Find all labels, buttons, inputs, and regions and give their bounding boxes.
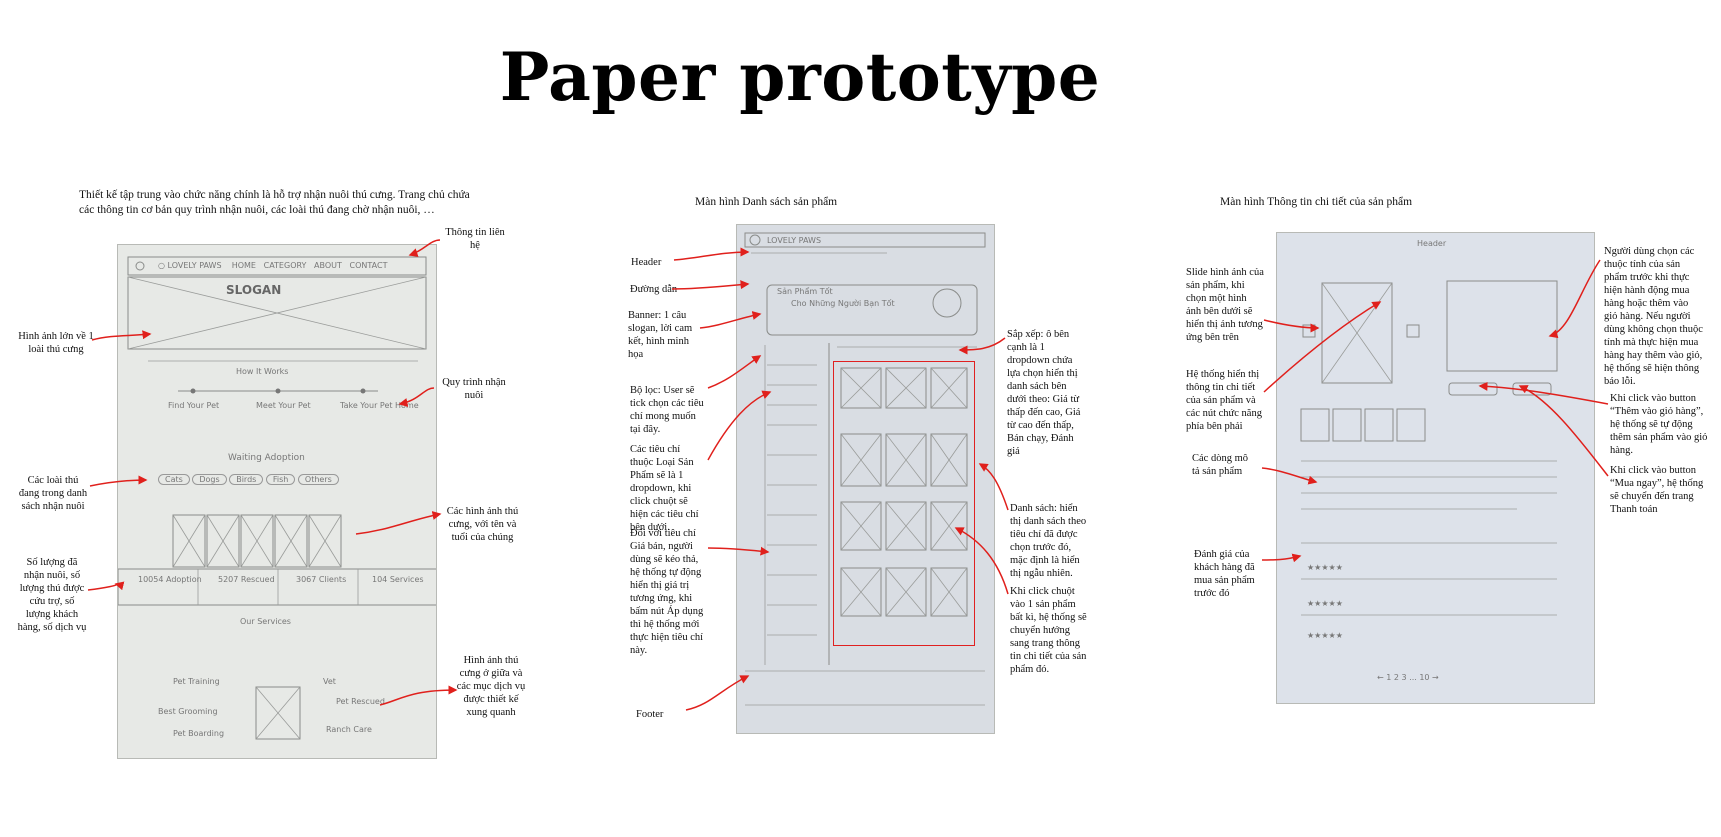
list-title: Màn hình Danh sách sản phẩm — [695, 196, 838, 208]
note-reviews: Đánh giá của khách hàng đã mua sản phẩm … — [1194, 549, 1255, 599]
note-addcart: Khi click vào button “Thêm vào giỏ hàng”… — [1610, 393, 1708, 456]
sketch-chip: Birds — [229, 474, 264, 485]
note-info: Hệ thống hiển thị thông tin chi tiết của… — [1186, 369, 1262, 432]
sketch-slogan: SLOGAN — [226, 283, 282, 297]
note-header: Header — [631, 257, 662, 268]
sketch-chip: Fish — [265, 474, 296, 485]
note-buynow: Khi click vào button “Mua ngay”, hệ thốn… — [1610, 465, 1704, 515]
note-banner: Banner: 1 câu slogan, lời cam kết, hình … — [628, 310, 693, 360]
sketch-stat: 5207 Rescued — [218, 575, 275, 584]
note-filter: Bộ lọc: User sẽ tick chọn các tiêu chí m… — [630, 385, 704, 435]
sketch-step: Find Your Pet — [168, 401, 220, 410]
sketch-service: Ranch Care — [326, 725, 372, 734]
sketch-service: Vet — [323, 677, 336, 686]
sketch-stat: 104 Services — [372, 575, 424, 584]
sketch-step: Meet Your Pet — [256, 401, 311, 410]
note-footer: Footer — [636, 709, 664, 720]
sketch-service: Pet Training — [173, 677, 220, 686]
detail-sketch-photo: Header ★★★★★ ★★★★★ ★★★★★ ← 1 2 3 ... 10 … — [1276, 232, 1595, 704]
note-breadcrumb: Đường dẫn — [630, 284, 678, 295]
note-contact: Thông tin liên hệ — [445, 227, 505, 251]
sketch-chip: Others — [297, 474, 339, 485]
sketch-service: Pet Boarding — [173, 729, 225, 738]
note-process: Quy trình nhận nuôi — [442, 377, 506, 401]
detail-title: Màn hình Thông tin chi tiết của sản phẩm — [1220, 196, 1413, 208]
sketch-services-title: Our Services — [240, 617, 291, 626]
note-stats: Số lượng đã nhận nuôi, số lượng thú được… — [17, 557, 87, 633]
home-sketch-lines — [118, 256, 436, 740]
product-grid-highlight — [833, 361, 975, 646]
home-sketch-photo: ○ LOVELY PAWS HOME CATEGORY ABOUT CONTAC… — [117, 244, 437, 759]
note-species: Các loài thú đang trong danh sách nhận n… — [18, 475, 88, 512]
sketch-waiting: Waiting Adoption — [228, 453, 305, 463]
sketch-service: Best Grooming — [158, 707, 218, 716]
note-category: Các tiêu chí thuộc Loại Sản Phẩm sẽ là 1… — [630, 444, 699, 533]
sketch-stat: 10054 Adoption — [138, 575, 202, 584]
sketch-how: How It Works — [236, 367, 289, 376]
note-attrs: Người dùng chọn các thuộc tính của sản p… — [1604, 246, 1703, 387]
sketch-step: Take Your Pet Home — [340, 401, 419, 410]
sketch-chip: Dogs — [192, 474, 227, 485]
note-price: Đối với tiêu chí Giá bán, người dùng sẽ … — [630, 528, 704, 656]
note-services: Hình ảnh thú cưng ở giữa và các mục dịch… — [456, 655, 526, 718]
note-pets: Các hình ảnh thú cưng, với tên và tuổi c… — [446, 506, 519, 543]
home-description: Thiết kế tập trung vào chức năng chính l… — [79, 189, 470, 216]
sketch-service: Pet Rescued — [336, 697, 385, 706]
note-sort: Sắp xếp: ô bên cạnh là 1 dropdown chứa l… — [1007, 329, 1081, 457]
sketch-chip: Cats — [158, 474, 190, 485]
note-slide: Slide hình ảnh của sản phẩm, khi chọn mộ… — [1186, 267, 1264, 343]
page-title: Paper prototype — [499, 38, 1101, 116]
note-listing: Danh sách: hiển thị danh sách theo tiêu … — [1010, 503, 1087, 579]
note-desc: Các dòng mô tả sản phẩm — [1192, 453, 1248, 477]
note-hero: Hình ảnh lớn về 1 loài thú cưng — [18, 331, 94, 355]
note-click: Khi click chuột vào 1 sản phẩm bất kì, h… — [1010, 586, 1087, 675]
product-grid-lines — [840, 367, 968, 617]
sketch-stat: 3067 Clients — [296, 575, 347, 584]
